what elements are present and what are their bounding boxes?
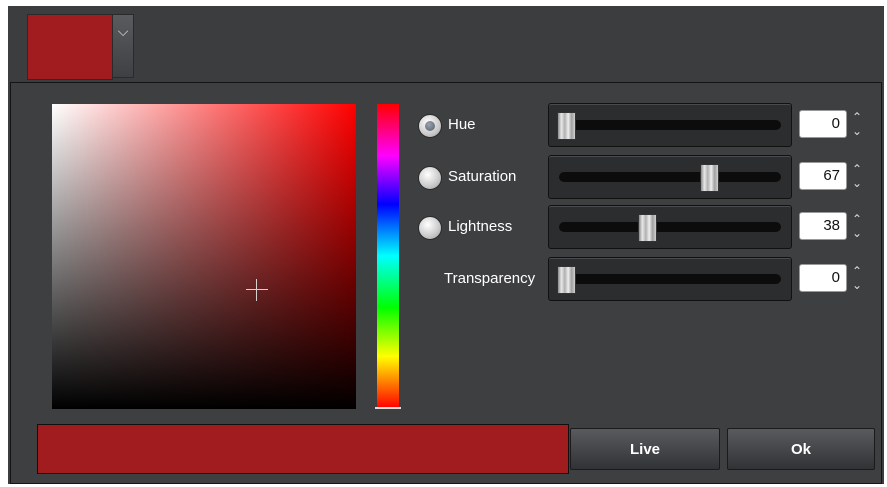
lightness-radio[interactable] (418, 216, 442, 240)
lightness-slider[interactable] (548, 205, 792, 249)
color-preview-swatch (37, 424, 569, 474)
hue-marker[interactable] (375, 407, 401, 409)
hue-radio[interactable] (418, 114, 442, 138)
chevron-up-icon[interactable]: ⌃ (849, 212, 865, 226)
color-picker-window: ⌵ Hue 0 ⌃ ⌄ Saturation 67 ⌃ ⌄ Lightness … (8, 6, 884, 484)
transparency-value: 0 (831, 269, 840, 286)
lightness-value: 38 (823, 217, 840, 234)
hue-value-field[interactable]: 0 (799, 110, 847, 138)
hue-slider-thumb[interactable] (557, 112, 576, 140)
chevron-up-icon[interactable]: ⌃ (849, 110, 865, 124)
hue-slider-track (559, 120, 781, 130)
chevron-down-icon[interactable]: ⌄ (849, 176, 865, 190)
transparency-slider-track (559, 274, 781, 284)
hue-value: 0 (831, 115, 840, 132)
live-button[interactable]: Live (570, 428, 720, 470)
saturation-value: 67 (823, 167, 840, 184)
transparency-slider[interactable] (548, 257, 792, 301)
color-picker-panel: Hue 0 ⌃ ⌄ Saturation 67 ⌃ ⌄ Lightness 38… (10, 82, 882, 484)
current-color-fill (28, 15, 112, 79)
ok-button[interactable]: Ok (727, 428, 875, 470)
current-color-swatch[interactable] (27, 14, 113, 80)
lightness-label: Lightness (448, 218, 513, 235)
transparency-slider-thumb[interactable] (557, 266, 576, 294)
chevron-up-icon[interactable]: ⌃ (849, 264, 865, 278)
color-dropdown-button[interactable]: ⌵ (112, 14, 134, 78)
chevron-down-icon: ⌵ (117, 23, 129, 39)
lightness-value-field[interactable]: 38 (799, 212, 847, 240)
lightness-spinner[interactable]: ⌃ ⌄ (849, 212, 865, 240)
saturation-label: Saturation (448, 168, 517, 185)
hue-spinner[interactable]: ⌃ ⌄ (849, 110, 865, 138)
saturation-slider-thumb[interactable] (700, 164, 720, 192)
crosshair-cursor-icon[interactable] (246, 279, 268, 301)
chevron-down-icon[interactable]: ⌄ (849, 278, 865, 292)
hue-slider[interactable] (548, 103, 792, 147)
hue-spectrum-bar[interactable] (377, 104, 399, 408)
lightness-slider-thumb[interactable] (638, 214, 658, 242)
chevron-up-icon[interactable]: ⌃ (849, 162, 865, 176)
transparency-spinner[interactable]: ⌃ ⌄ (849, 264, 865, 292)
saturation-lightness-field[interactable] (52, 104, 356, 409)
saturation-radio[interactable] (418, 166, 442, 190)
saturation-slider[interactable] (548, 155, 792, 199)
transparency-label: Transparency (444, 270, 536, 287)
saturation-slider-track (559, 172, 781, 182)
chevron-down-icon[interactable]: ⌄ (849, 226, 865, 240)
hue-label: Hue (448, 116, 476, 133)
chevron-down-icon[interactable]: ⌄ (849, 124, 865, 138)
lightness-slider-track (559, 222, 781, 232)
saturation-spinner[interactable]: ⌃ ⌄ (849, 162, 865, 190)
transparency-value-field[interactable]: 0 (799, 264, 847, 292)
saturation-value-field[interactable]: 67 (799, 162, 847, 190)
